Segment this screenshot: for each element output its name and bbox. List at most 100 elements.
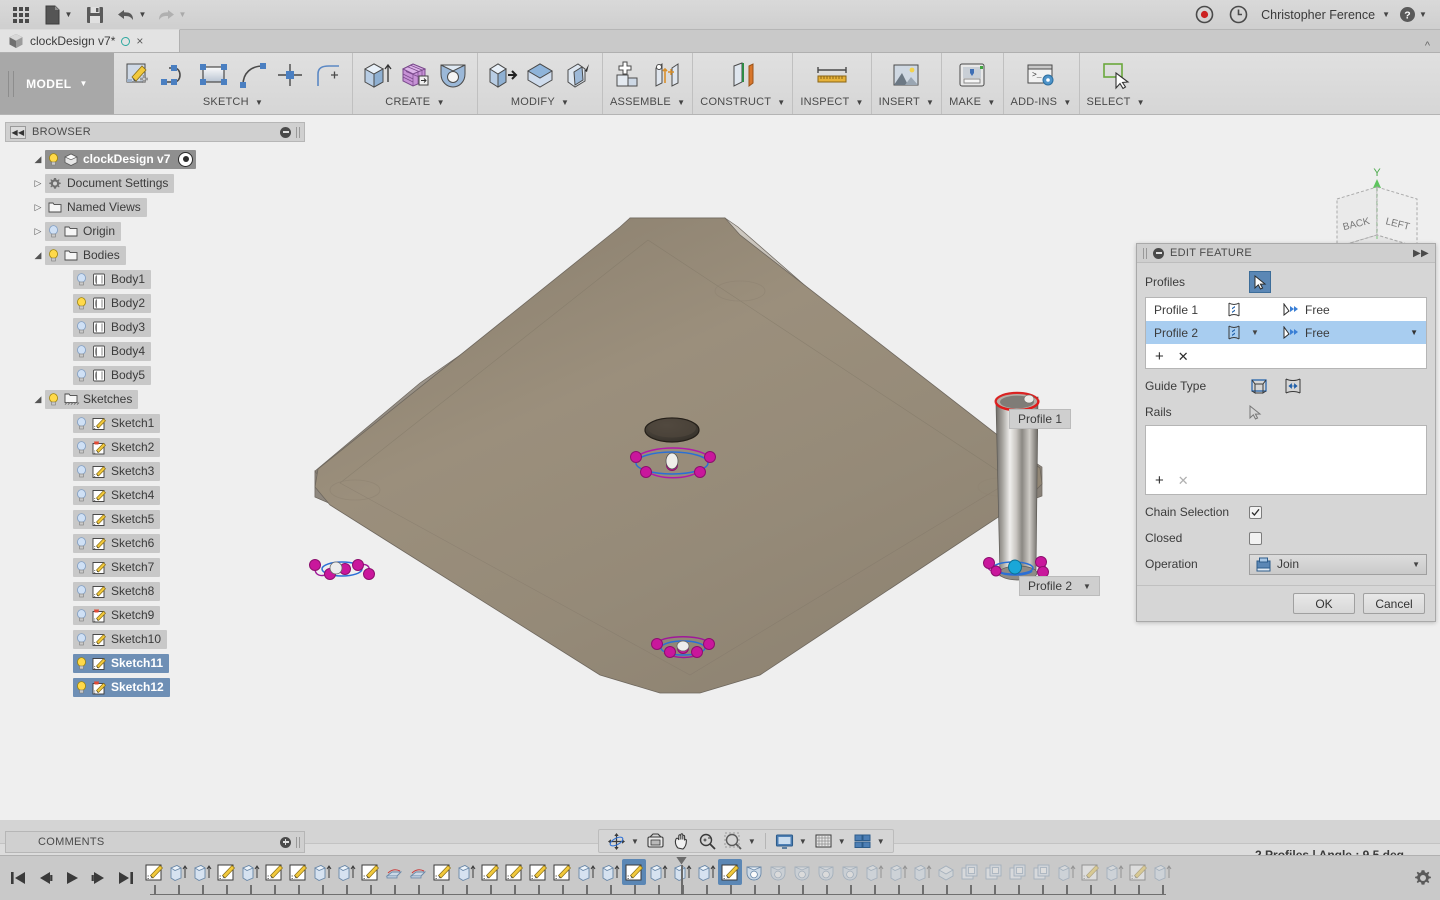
tree-row[interactable]: Body2 xyxy=(5,291,305,315)
visibility-bulb-icon[interactable] xyxy=(76,632,87,646)
tree-row[interactable]: Body5 xyxy=(5,363,305,387)
visibility-bulb-icon[interactable] xyxy=(76,656,87,670)
timeline-feature-extrude[interactable] xyxy=(1150,859,1174,885)
3d-print-icon[interactable] xyxy=(955,56,989,94)
tree-row[interactable]: Sketch8 xyxy=(5,579,305,603)
tree-row[interactable]: Body1 xyxy=(5,267,305,291)
timeline-feature-sketch[interactable] xyxy=(286,859,310,885)
tree-row[interactable]: Named Views xyxy=(5,195,305,219)
timeline-feature-copy[interactable] xyxy=(958,859,982,885)
timeline-feature-sketch[interactable] xyxy=(526,859,550,885)
tree-node-document-settings[interactable]: Document Settings xyxy=(45,173,175,193)
timeline-feature-extrude[interactable] xyxy=(646,859,670,885)
timeline-feature-extrude[interactable] xyxy=(862,859,886,885)
orbit-icon[interactable]: ▼ xyxy=(604,830,642,852)
timeline-feature-revolve[interactable] xyxy=(742,859,766,885)
collapse-ribbon-icon[interactable]: ^ xyxy=(1425,40,1440,52)
timeline-feature-revolve[interactable] xyxy=(814,859,838,885)
tree-node-sketch10[interactable]: Sketch10 xyxy=(73,629,168,649)
timeline-feature-copy[interactable] xyxy=(982,859,1006,885)
tree-row[interactable]: Sketch5 xyxy=(5,507,305,531)
tree-node-sketch1[interactable]: Sketch1 xyxy=(73,413,161,433)
tree-row[interactable]: Sketches xyxy=(5,387,305,411)
tree-row[interactable]: Sketch7 xyxy=(5,555,305,579)
visibility-bulb-icon[interactable] xyxy=(76,560,87,574)
visibility-bulb-icon[interactable] xyxy=(76,416,87,430)
document-tab[interactable]: clockDesign v7* × xyxy=(0,29,180,52)
close-icon[interactable]: × xyxy=(136,34,143,48)
profiles-remove-button[interactable]: ✕ xyxy=(1178,350,1189,363)
ribbon-group-label[interactable]: SKETCH ▼ xyxy=(203,96,263,108)
visibility-bulb-icon[interactable] xyxy=(76,368,87,382)
measure-icon[interactable] xyxy=(815,56,849,94)
tree-row[interactable]: Sketch6 xyxy=(5,531,305,555)
timeline-feature-extrude[interactable] xyxy=(1102,859,1126,885)
timeline-feature-extrude[interactable] xyxy=(238,859,262,885)
pattern-icon[interactable] xyxy=(398,56,432,94)
timeline-feature-revolve[interactable] xyxy=(790,859,814,885)
rails-remove-button[interactable]: ✕ xyxy=(1178,474,1189,487)
timeline-feature-sketch[interactable] xyxy=(430,859,454,885)
timeline-feature-extrude[interactable] xyxy=(910,859,934,885)
timeline-feature-copy[interactable] xyxy=(1030,859,1054,885)
undo-icon[interactable]: ▼ xyxy=(112,2,150,28)
tree-node-sketch6[interactable]: Sketch6 xyxy=(73,533,161,553)
go-to-beginning-icon[interactable] xyxy=(6,864,30,892)
guide-type-centerline-icon[interactable] xyxy=(1283,377,1303,395)
profile-guide-caret-icon[interactable]: ▼ xyxy=(1410,328,1418,337)
tree-node-sketch12[interactable]: Sketch12 xyxy=(73,677,170,697)
timeline-feature-copy[interactable] xyxy=(1006,859,1030,885)
tree-node-sketch8[interactable]: Sketch8 xyxy=(73,581,161,601)
expand-arrow-icon[interactable] xyxy=(31,394,45,405)
help-menu[interactable]: ? ▼ xyxy=(1394,2,1432,28)
tree-row[interactable]: Sketch3 xyxy=(5,459,305,483)
tree-node-body4[interactable]: Body4 xyxy=(73,341,152,361)
visibility-bulb-icon[interactable] xyxy=(76,584,87,598)
timeline-feature-sketch[interactable] xyxy=(622,859,646,885)
ribbon-group-label[interactable]: ADD-INS ▼ xyxy=(1011,96,1072,108)
visibility-bulb-icon[interactable] xyxy=(76,272,87,286)
timeline-feature-revolve[interactable] xyxy=(838,859,862,885)
tree-node-root[interactable]: clockDesign v7 xyxy=(45,149,197,169)
visibility-bulb-icon[interactable] xyxy=(76,440,87,454)
comments-resize-handle[interactable] xyxy=(296,836,300,848)
look-at-icon[interactable] xyxy=(643,830,668,852)
timeline-feature-extrude[interactable] xyxy=(574,859,598,885)
timeline-feature-extrude[interactable] xyxy=(190,859,214,885)
visibility-bulb-icon[interactable] xyxy=(76,536,87,550)
play-icon[interactable] xyxy=(60,864,84,892)
cancel-button[interactable]: Cancel xyxy=(1363,593,1425,614)
app-grid-icon[interactable] xyxy=(6,2,36,28)
tree-row[interactable]: Bodies xyxy=(5,243,305,267)
timeline-feature-extrude[interactable] xyxy=(310,859,334,885)
timeline-feature-sketch[interactable] xyxy=(214,859,238,885)
tree-row[interactable]: Sketch11 xyxy=(5,651,305,675)
browser-collapse-icon[interactable]: ◀◀ xyxy=(10,125,26,139)
timeline-feature-sketch[interactable] xyxy=(478,859,502,885)
tree-node-named-views[interactable]: Named Views xyxy=(45,197,147,217)
timeline-feature-sketch[interactable] xyxy=(358,859,382,885)
visibility-bulb-icon[interactable] xyxy=(76,488,87,502)
tree-row[interactable]: Sketch1 xyxy=(5,411,305,435)
tree-node-body5[interactable]: Body5 xyxy=(73,365,152,385)
timeline-feature-extrude[interactable] xyxy=(1054,859,1078,885)
timeline-feature-sketch[interactable] xyxy=(262,859,286,885)
step-forward-icon[interactable] xyxy=(87,864,111,892)
timeline-feature-sketch[interactable] xyxy=(718,859,742,885)
tree-row[interactable]: Sketch9 xyxy=(5,603,305,627)
timeline-feature-extrude[interactable] xyxy=(334,859,358,885)
record-activity-icon[interactable] xyxy=(178,151,194,167)
visibility-bulb-icon[interactable] xyxy=(48,152,59,166)
closed-checkbox[interactable] xyxy=(1249,531,1262,545)
file-icon[interactable]: ▼ xyxy=(38,2,78,28)
rails-add-button[interactable]: + xyxy=(1155,473,1164,488)
ribbon-group-label[interactable]: CONSTRUCT ▼ xyxy=(700,96,785,108)
timeline-marker[interactable] xyxy=(676,856,687,895)
rectangle-icon[interactable] xyxy=(197,56,231,94)
timeline-feature-sketch[interactable] xyxy=(502,859,526,885)
ribbon-group-label[interactable]: INSERT ▼ xyxy=(879,96,935,108)
workspace-selector[interactable]: MODEL ▼ xyxy=(0,53,114,114)
scripts-addins-icon[interactable]: >_ xyxy=(1024,56,1058,94)
profiles-listbox[interactable]: Profile 1 Free Profile 2 ▼ Free ▼ + ✕ xyxy=(1145,297,1427,369)
tree-row-root[interactable]: clockDesign v7 xyxy=(5,147,305,171)
